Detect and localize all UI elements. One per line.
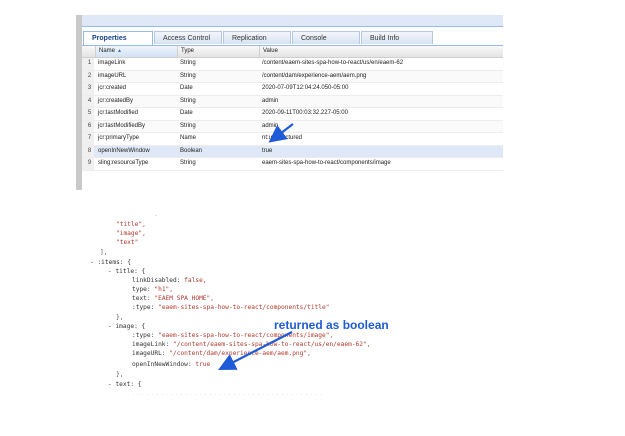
annotation-arrows <box>218 123 294 371</box>
arrow-to-grid-row-icon <box>268 123 294 143</box>
callout-returned-as-boolean: returned as boolean <box>274 318 389 332</box>
arrow-to-json-value-icon <box>218 331 293 371</box>
